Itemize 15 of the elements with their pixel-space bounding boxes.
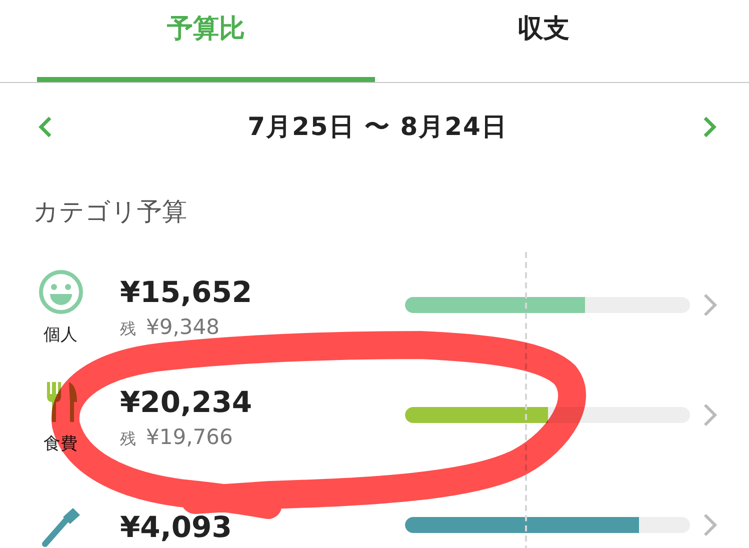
date-range: 7月25日 〜 8月24日 bbox=[248, 111, 508, 143]
chevron-right-icon[interactable] bbox=[702, 292, 718, 318]
chevron-right-icon[interactable] bbox=[702, 402, 718, 428]
remaining-prefix: 残 bbox=[120, 428, 136, 450]
remaining-prefix: 残 bbox=[120, 318, 136, 340]
spent-amount: ¥4,093 bbox=[120, 510, 233, 544]
category-label: 個人 bbox=[44, 324, 78, 346]
section-title: カテゴリ予算 bbox=[32, 196, 188, 228]
spent-amount: ¥15,652 bbox=[120, 274, 254, 308]
remaining-amount: ¥9,348 bbox=[146, 314, 220, 338]
remaining-amount: ¥19,766 bbox=[146, 424, 233, 448]
spent-amount: ¥20,234 bbox=[120, 384, 254, 418]
chevron-right-icon[interactable] bbox=[702, 512, 718, 538]
category-label: 食費 bbox=[44, 432, 78, 454]
tab[interactable]: 収支 bbox=[374, 0, 712, 82]
